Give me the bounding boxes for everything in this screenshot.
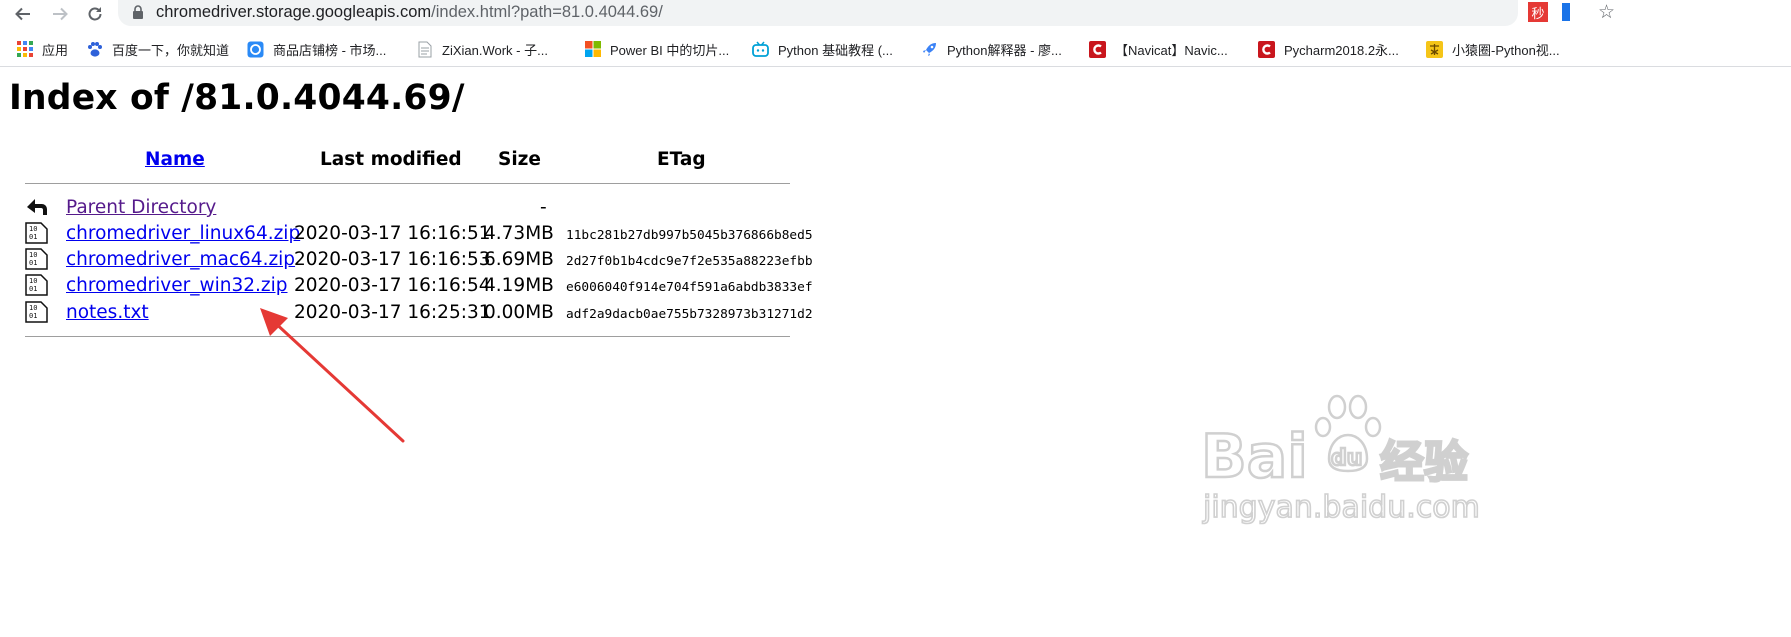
svg-text:经验: 经验	[1380, 437, 1468, 488]
binary-file-icon: 10 01	[25, 301, 48, 323]
svg-text:du: du	[1331, 446, 1362, 471]
cell-etag: 2d27f0b1b4cdc9e7f2e535a88223efbb	[566, 254, 813, 269]
baidu-paw-icon	[86, 41, 103, 58]
bookmark-label: 小猿圈-Python视...	[1452, 42, 1560, 58]
apps-grid-icon	[16, 41, 33, 58]
svg-text:01: 01	[29, 259, 37, 267]
cell-modified: 2020-03-17 16:16:51	[294, 223, 491, 244]
cell-size: 0.00MB	[484, 302, 554, 323]
column-header-etag: ETag	[657, 149, 706, 170]
svg-text:01: 01	[29, 312, 37, 320]
svg-text:10: 10	[29, 304, 37, 312]
svg-text:jingyan.baidu.com: jingyan.baidu.com	[1202, 490, 1480, 525]
url-text: chromedriver.storage.googleapis.com/inde…	[156, 3, 663, 22]
reload-icon[interactable]	[83, 2, 107, 26]
bookmark-label: Python 基础教程 (...	[778, 42, 893, 58]
file-link-notes[interactable]: notes.txt	[66, 302, 149, 323]
bookmark-python-basics[interactable]: Python 基础教程 (...	[752, 36, 893, 62]
baidu-jingyan-watermark: Bai 经验 du jingyan.baidu.com	[1195, 385, 1495, 534]
csdn-c-icon	[1089, 40, 1106, 58]
svg-text:10: 10	[29, 251, 37, 259]
bookmark-label: 商品店铺榜 - 市场...	[273, 42, 387, 58]
cell-size: -	[540, 197, 547, 218]
document-icon	[416, 41, 433, 58]
bookmark-pycharm[interactable]: Pycharm2018.2永...	[1258, 36, 1399, 62]
bookmark-baidu[interactable]: 百度一下，你就知道	[86, 36, 229, 62]
bookmark-xiaoyuanquan[interactable]: 小猿圈-Python视...	[1426, 36, 1560, 62]
rocket-icon	[921, 41, 938, 58]
bookmarks-bar: 应用 百度一下，你就知道 商品店铺榜 - 市场... ZiXian.Work -…	[0, 32, 1791, 67]
parent-directory-link[interactable]: Parent Directory	[66, 197, 216, 218]
bookmark-label: Pycharm2018.2永...	[1284, 42, 1399, 58]
bookmark-label: Power BI 中的切片...	[610, 42, 730, 58]
bookmark-label: 【Navicat】Navic...	[1115, 42, 1228, 58]
back-folder-icon	[25, 196, 48, 218]
svg-text:01: 01	[29, 233, 37, 241]
file-link-win32[interactable]: chromedriver_win32.zip	[66, 275, 288, 296]
cell-size: 6.69MB	[484, 249, 554, 270]
binary-file-icon: 10 01	[25, 274, 48, 296]
svg-text:01: 01	[29, 285, 37, 293]
file-link-linux64[interactable]: chromedriver_linux64.zip	[66, 223, 300, 244]
url-path: /index.html?path=81.0.4044.69/	[431, 3, 663, 21]
svg-text:Bai: Bai	[1201, 422, 1308, 492]
forward-arrow-icon[interactable]	[48, 2, 72, 26]
browser-toolbar: chromedriver.storage.googleapis.com/inde…	[0, 0, 1791, 27]
cell-modified: 2020-03-17 16:16:54	[294, 275, 491, 296]
bookmark-navicat[interactable]: 【Navicat】Navic...	[1089, 36, 1228, 62]
bookmark-star-icon[interactable]: ☆	[1598, 1, 1615, 23]
cell-size: 4.19MB	[484, 275, 554, 296]
cell-etag: adf2a9dacb0ae755b7328973b31271d2	[566, 307, 813, 322]
binary-file-icon: 10 01	[25, 222, 48, 244]
column-header-name[interactable]: Name	[145, 149, 205, 170]
binary-file-icon: 10 01	[25, 248, 48, 270]
bookmark-label: Python解释器 - 廖...	[947, 42, 1062, 58]
page-title: Index of /81.0.4044.69/	[9, 78, 465, 118]
address-bar[interactable]: chromedriver.storage.googleapis.com/inde…	[118, 0, 1615, 26]
xiaoyuan-icon	[1426, 40, 1443, 58]
miaosha-ext-icon[interactable]: 秒	[1528, 2, 1548, 22]
microsoft-logo-icon	[584, 41, 601, 58]
lock-icon	[132, 5, 144, 24]
bookmark-python-interpreter[interactable]: Python解释器 - 廖...	[921, 36, 1062, 62]
bookmark-powerbi[interactable]: Power BI 中的切片...	[584, 36, 729, 62]
column-header-size: Size	[498, 149, 541, 170]
bookmark-zixian[interactable]: ZiXian.Work - 子...	[416, 36, 548, 62]
svg-text:10: 10	[29, 225, 37, 233]
bookmark-label: 百度一下，你就知道	[112, 42, 230, 58]
svg-text:10: 10	[29, 277, 37, 285]
bookmark-apps[interactable]: 应用	[16, 36, 68, 62]
column-header-last-modified: Last modified	[320, 149, 462, 170]
extension-icon[interactable]	[1562, 3, 1570, 21]
store-icon	[247, 41, 264, 58]
csdn-c-icon	[1258, 40, 1275, 58]
back-arrow-icon[interactable]	[11, 2, 35, 26]
cell-etag: 11bc281b27db997b5045b376866b8ed5	[566, 228, 813, 243]
cell-modified: 2020-03-17 16:16:53	[294, 249, 491, 270]
cell-etag: e6006040f914e704f591a6abdb3833ef	[566, 280, 813, 295]
bookmark-label: ZiXian.Work - 子...	[442, 42, 548, 58]
file-link-mac64[interactable]: chromedriver_mac64.zip	[66, 249, 295, 270]
bookmark-label: 应用	[42, 42, 69, 58]
table-divider-top	[25, 183, 790, 184]
bookmark-store-rank[interactable]: 商品店铺榜 - 市场...	[247, 36, 386, 62]
cell-size: 4.73MB	[484, 223, 554, 244]
annotation-arrow	[260, 308, 405, 443]
bilibili-tv-icon	[752, 41, 769, 58]
url-host: chromedriver.storage.googleapis.com	[156, 3, 432, 21]
